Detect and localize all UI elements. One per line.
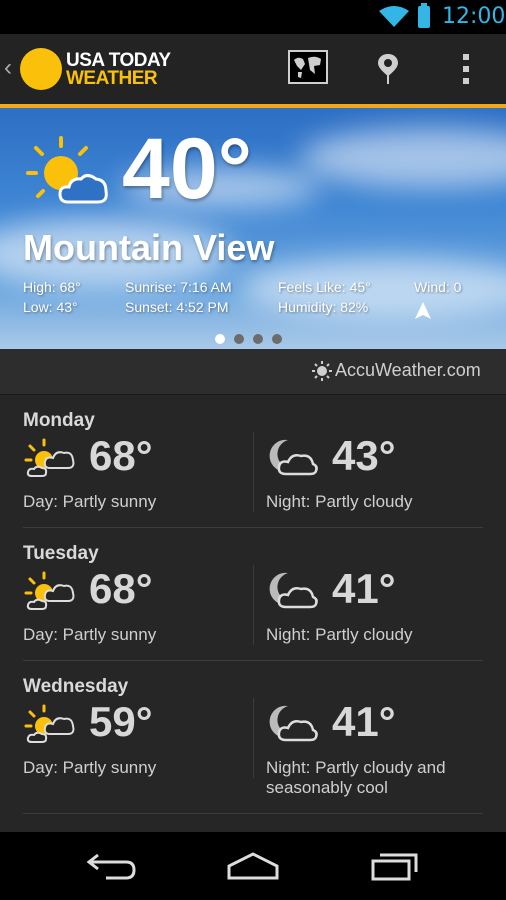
night-temperature: 43° <box>332 432 396 479</box>
day-condition: Day: Partly sunny <box>23 492 157 511</box>
row-divider <box>23 660 483 661</box>
page-dot <box>253 334 263 344</box>
background-cloud <box>300 128 506 188</box>
accuweather-sun-icon[interactable] <box>312 361 332 381</box>
accuweather-link[interactable]: AccuWeather.com <box>335 360 481 381</box>
forecast-day-name: Tuesday <box>23 543 99 564</box>
night-condition: Night: Partly cloudy <box>266 492 413 511</box>
day-condition: Day: Partly sunny <box>23 625 157 644</box>
wifi-icon <box>379 6 409 27</box>
page-dot <box>234 334 244 344</box>
feels-like: Feels Like: 45° <box>278 279 371 295</box>
row-divider <box>23 813 483 814</box>
forecast-day-row[interactable]: Monday 68° Day: Partly sunny 43° Night: … <box>0 410 506 528</box>
partly-cloudy-night-icon <box>269 705 318 742</box>
day-temperature: 59° <box>89 698 153 745</box>
battery-icon <box>418 3 430 28</box>
overflow-menu-icon[interactable] <box>458 52 474 86</box>
high-temp: High: 68° <box>23 279 81 295</box>
back-icon[interactable] <box>86 852 138 882</box>
partly-sunny-icon <box>24 438 75 477</box>
map-icon[interactable] <box>288 50 328 84</box>
night-temperature: 41° <box>332 565 396 612</box>
page-dot <box>272 334 282 344</box>
logo-subtitle: WEATHER <box>66 68 158 89</box>
sun-times: Sunrise: 7:16 AM Sunset: 4:52 PM <box>125 277 232 317</box>
partly-cloudy-night-icon <box>269 572 318 609</box>
high-low: High: 68° Low: 43° <box>23 277 81 317</box>
app-bar: ‹ USA TODAY WEATHER <box>0 34 506 108</box>
system-navigation-bar <box>0 832 506 900</box>
partly-sunny-icon <box>24 704 75 743</box>
wind-info: Wind: 0 <box>414 277 461 326</box>
home-icon[interactable] <box>226 852 280 882</box>
column-divider <box>253 698 254 778</box>
forecast-day-name: Monday <box>23 410 95 431</box>
night-condition: Night: Partly cloudy <box>266 625 413 644</box>
forecast-day-row[interactable]: Tuesday 68° Day: Partly sunny 41° Night:… <box>0 543 506 661</box>
page-dot-active <box>215 334 225 344</box>
column-divider <box>253 565 254 645</box>
page-indicator <box>215 331 291 349</box>
back-chevron-icon[interactable]: ‹ <box>4 54 12 82</box>
current-conditions-panel[interactable]: 40° Mountain View High: 68° Low: 43° Sun… <box>0 108 506 349</box>
row-divider <box>23 527 483 528</box>
forecast-day-row[interactable]: Wednesday 59° Day: Partly sunny 41° Nigh… <box>0 676 506 816</box>
recent-apps-icon[interactable] <box>370 850 420 882</box>
day-temperature: 68° <box>89 432 153 479</box>
logo-sun-icon[interactable] <box>20 48 62 90</box>
night-condition: Night: Partly cloudy and seasonably cool <box>266 758 446 797</box>
low-temp: Low: 43° <box>23 299 78 315</box>
status-time: 12:00 <box>442 4 506 29</box>
partly-sunny-icon <box>26 136 108 204</box>
feels-humidity: Feels Like: 45° Humidity: 82% <box>278 277 371 317</box>
forecast-day-name: Wednesday <box>23 676 129 697</box>
wind-direction-arrow-icon <box>415 302 431 319</box>
city-name: Mountain View <box>23 227 275 268</box>
column-divider <box>253 432 254 512</box>
status-bar: 12:00 <box>0 0 506 34</box>
current-temperature: 40° <box>122 121 253 217</box>
wind-speed: Wind: 0 <box>414 279 462 295</box>
sunset-time: Sunset: 4:52 PM <box>125 299 229 315</box>
partly-cloudy-night-icon <box>269 439 318 476</box>
location-pin-icon[interactable] <box>376 52 400 86</box>
partly-sunny-icon <box>24 571 75 610</box>
sunrise-time: Sunrise: 7:16 AM <box>125 279 232 295</box>
attribution-bar: AccuWeather.com <box>0 349 506 395</box>
humidity: Humidity: 82% <box>278 299 369 315</box>
day-condition: Day: Partly sunny <box>23 758 157 777</box>
day-temperature: 68° <box>89 565 153 612</box>
night-temperature: 41° <box>332 698 396 745</box>
